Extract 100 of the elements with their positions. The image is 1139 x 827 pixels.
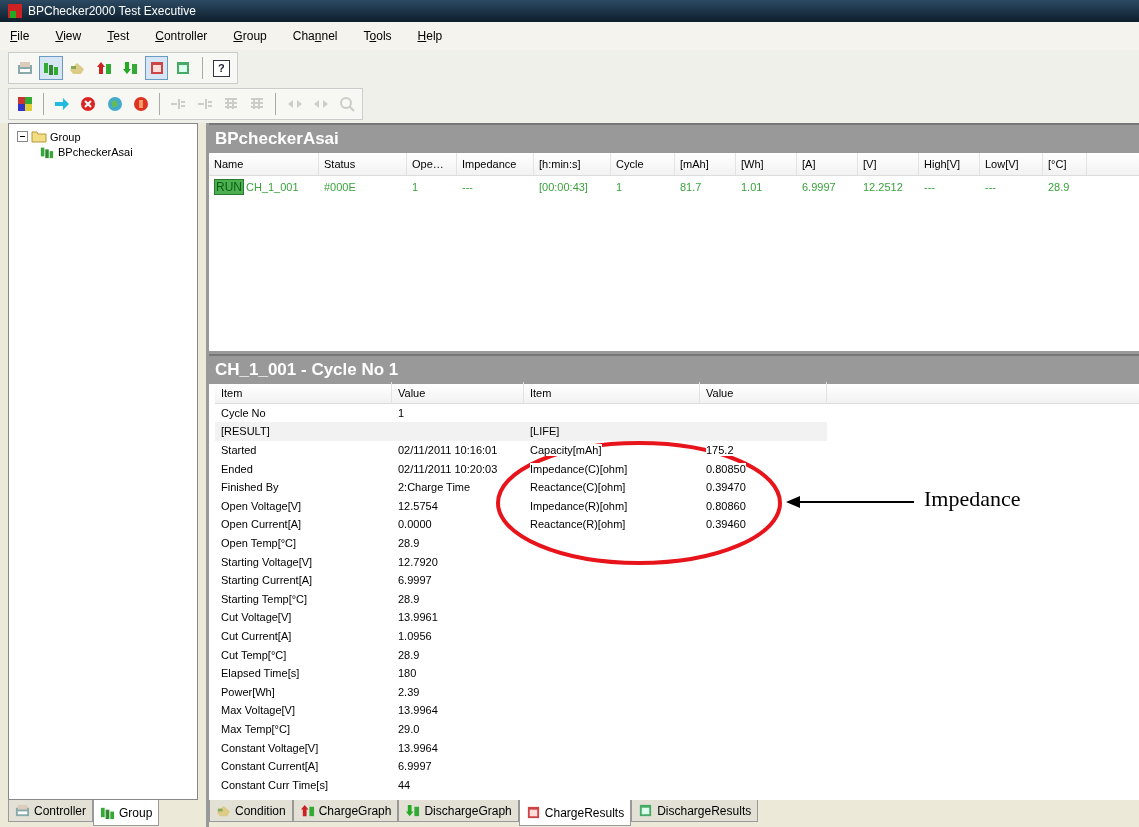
table-cell: 28.9 bbox=[398, 592, 420, 605]
arrow-right-icon bbox=[54, 96, 71, 112]
record-icon bbox=[132, 96, 149, 112]
table-cell-text: --- bbox=[923, 181, 936, 193]
toolbar-button[interactable] bbox=[144, 56, 169, 80]
calendar-icon bbox=[525, 805, 541, 820]
column-header[interactable]: Ope… bbox=[407, 153, 457, 175]
table-cell: 0.39470 bbox=[706, 481, 746, 494]
column-header[interactable]: [A] bbox=[797, 153, 858, 175]
annotation-label: Impedance bbox=[924, 486, 1021, 512]
table-cell-text: 28.9 bbox=[1047, 181, 1071, 193]
table-cell: Cut Current[A] bbox=[221, 630, 292, 642]
column-header[interactable]: Item bbox=[524, 382, 700, 405]
table-cell: 1.0956 bbox=[398, 630, 432, 642]
table-cell: 02/11/2011 10:20:03 bbox=[398, 462, 498, 475]
grid-icon bbox=[222, 96, 239, 112]
table-cell: Started bbox=[221, 444, 257, 457]
battery-cells-icon bbox=[100, 805, 116, 820]
table-cell: 0.80860 bbox=[706, 499, 746, 512]
column-header[interactable]: Low[V] bbox=[980, 153, 1043, 175]
connector-icon bbox=[196, 96, 213, 112]
menu-item[interactable]: View bbox=[55, 29, 82, 43]
tree-item[interactable]: Group bbox=[50, 130, 81, 143]
mosaic-icon bbox=[16, 96, 33, 112]
table-cell: 28.9 bbox=[398, 648, 420, 661]
battery-cells-icon bbox=[43, 60, 60, 76]
table-cell-text: [00:00:43] bbox=[538, 181, 589, 193]
table-cell: 1 bbox=[398, 406, 405, 419]
tab[interactable]: Condition bbox=[209, 800, 293, 822]
menu-item[interactable]: Tools bbox=[363, 29, 392, 43]
table-cell-text: 12.2512 bbox=[862, 181, 904, 193]
menu-item[interactable]: Help bbox=[417, 29, 443, 43]
table-cell: Open Voltage[V] bbox=[221, 499, 302, 512]
table-cell: Starting Temp[°C] bbox=[221, 592, 308, 605]
table-cell-text: 1.01 bbox=[740, 181, 764, 193]
table-cell: Cut Voltage[V] bbox=[221, 611, 292, 624]
table-cell: Cycle No bbox=[221, 406, 266, 419]
table-cell: 2.39 bbox=[398, 685, 420, 698]
grid-icon bbox=[248, 96, 265, 112]
tab[interactable]: DischargeGraph bbox=[398, 800, 519, 822]
table-cell: Power[Wh] bbox=[221, 685, 275, 698]
table-cell: 13.9961 bbox=[398, 611, 438, 624]
column-header[interactable]: High[V] bbox=[919, 153, 980, 175]
arrow-down-icon bbox=[122, 60, 139, 76]
table-cell-text: --- bbox=[984, 181, 997, 193]
table-cell: Starting Voltage[V] bbox=[221, 555, 313, 568]
column-header[interactable]: [V] bbox=[858, 153, 919, 175]
table-cell: Capacity[mAh] bbox=[530, 444, 602, 457]
table-cell-text: 6.9997 bbox=[801, 181, 837, 193]
connector-icon bbox=[170, 96, 187, 112]
panel-icon bbox=[15, 803, 30, 818]
table-cell: 6.9997 bbox=[398, 760, 432, 773]
table-cell: Open Temp[°C] bbox=[221, 537, 297, 550]
menu-item[interactable]: File bbox=[10, 29, 30, 43]
column-header[interactable]: Impedance bbox=[457, 153, 534, 175]
menu-item[interactable]: Test bbox=[107, 29, 130, 43]
window-title: BPChecker2000 Test Executive bbox=[28, 4, 196, 18]
menu-item[interactable]: Controller bbox=[155, 29, 208, 43]
column-header[interactable]: Status bbox=[319, 153, 407, 175]
table-cell: 175.2 bbox=[706, 444, 734, 457]
table-cell: Open Current[A] bbox=[221, 518, 302, 531]
tab[interactable]: Controller bbox=[8, 800, 94, 822]
table-cell: [LIFE] bbox=[530, 425, 560, 438]
stop-icon bbox=[80, 96, 97, 112]
column-header[interactable]: Name bbox=[209, 153, 319, 175]
table-cell: Elapsed Time[s] bbox=[221, 667, 300, 680]
toolbar-button[interactable] bbox=[39, 56, 63, 80]
column-header[interactable]: Value bbox=[700, 382, 827, 405]
expander-icon[interactable] bbox=[17, 131, 28, 142]
table-cell-text: 1 bbox=[615, 181, 624, 193]
column-header[interactable]: [Wh] bbox=[736, 153, 797, 175]
tab[interactable]: Group bbox=[93, 800, 160, 826]
menu-item[interactable]: Group bbox=[233, 29, 267, 43]
tab[interactable]: ChargeGraph bbox=[292, 800, 399, 822]
table-cell: CH_1_001 bbox=[246, 181, 299, 193]
table-cell: Impedance(R)[ohm] bbox=[530, 499, 628, 512]
column-header[interactable]: Cycle bbox=[611, 153, 675, 175]
column-header[interactable]: [mAh] bbox=[675, 153, 736, 175]
app-icon bbox=[8, 4, 22, 18]
table-cell: 13.9964 bbox=[398, 704, 438, 717]
column-header[interactable]: Item bbox=[215, 382, 392, 405]
table-cell: Constant Voltage[V] bbox=[221, 741, 319, 754]
table-cell: 0.0000 bbox=[398, 518, 432, 531]
table-cell: Cut Temp[°C] bbox=[221, 648, 287, 661]
status-badge: RUN bbox=[214, 179, 244, 195]
tab[interactable]: DischargeResults bbox=[631, 800, 759, 822]
tree-item[interactable]: BPcheckerAsai bbox=[58, 145, 133, 158]
table-cell: 13.9964 bbox=[398, 741, 438, 754]
table-cell: 6.9997 bbox=[398, 574, 432, 587]
table-cell: 12.5754 bbox=[398, 499, 438, 512]
column-header[interactable]: [h:min:s] bbox=[534, 153, 611, 175]
table-cell: 02/11/2011 10:16:01 bbox=[398, 444, 498, 457]
menu-item[interactable]: Channel bbox=[292, 29, 338, 43]
table-cell: 0.39460 bbox=[706, 518, 746, 531]
column-header[interactable]: Value bbox=[392, 382, 524, 405]
table-cell-text: 81.7 bbox=[679, 181, 703, 193]
tab[interactable]: ChargeResults bbox=[518, 800, 632, 826]
calendar-icon bbox=[638, 803, 654, 818]
table-cell: Max Temp[°C] bbox=[221, 723, 290, 735]
column-header[interactable]: [°C] bbox=[1043, 153, 1087, 175]
